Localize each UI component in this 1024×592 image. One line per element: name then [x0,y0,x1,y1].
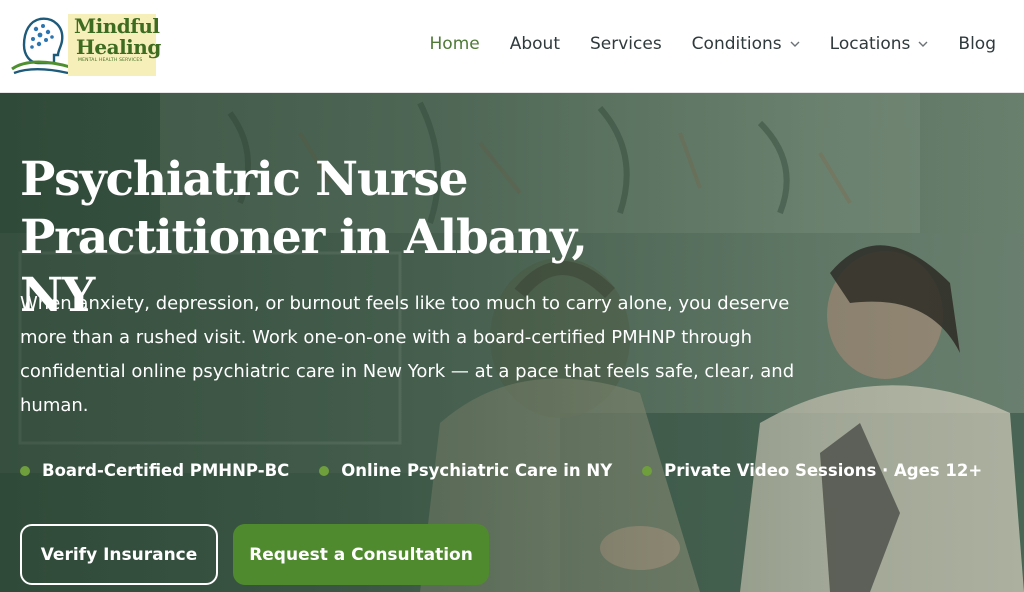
badge-label: Board-Certified PMHNP-BC [42,461,290,480]
nav-item-home[interactable]: Home [430,34,480,54]
nav-item-services[interactable]: Services [590,34,662,54]
credential-badges: Board-Certified PMHNP-BC Online Psychiat… [20,461,982,480]
brand-logo[interactable]: Mindful Healing MENTAL HEALTH SERVICES [10,10,161,78]
nav-item-label: Conditions [691,34,782,54]
bullet-dot-icon [20,465,30,476]
badge-online-care: Online Psychiatric Care in NY [319,461,612,480]
verify-insurance-button[interactable]: Verify Insurance [20,524,218,585]
head-profile-logo-icon [11,17,71,75]
nav-item-conditions[interactable]: Conditions [692,34,800,54]
nav-item-label: Locations [829,34,911,54]
badge-label: Private Video Sessions · Ages 12+ [664,461,983,480]
bullet-dot-icon [642,465,653,476]
chevron-down-icon [790,41,800,47]
main-nav: Home About Services Conditions Locations… [430,30,996,58]
nav-item-about[interactable]: About [510,34,560,54]
brand-wordmark: Mindful Healing MENTAL HEALTH SERVICES [68,14,161,76]
hero-description: When anxiety, depression, or burnout fee… [20,293,795,416]
nav-item-label: Blog [958,34,996,54]
brand-name-line2: Healing [76,35,161,59]
bullet-dot-icon [319,465,330,476]
nav-item-label: About [509,34,560,54]
nav-item-locations[interactable]: Locations [830,34,929,54]
badge-video-sessions: Private Video Sessions · Ages 12+ [642,461,982,480]
hero-title-line1: Psychiatric Nurse [20,152,469,207]
request-consultation-button[interactable]: Request a Consultation [233,524,489,585]
badge-label: Online Psychiatric Care in NY [341,461,613,480]
nav-item-label: Services [589,34,662,54]
site-header: Mindful Healing MENTAL HEALTH SERVICES H… [0,0,1024,93]
nav-item-label: Home [429,34,480,54]
nav-item-blog[interactable]: Blog [958,34,996,54]
hero-section: Psychiatric Nurse Practitioner in Albany… [0,93,1024,592]
badge-board-certified: Board-Certified PMHNP-BC [20,461,289,480]
chevron-down-icon [918,41,928,47]
